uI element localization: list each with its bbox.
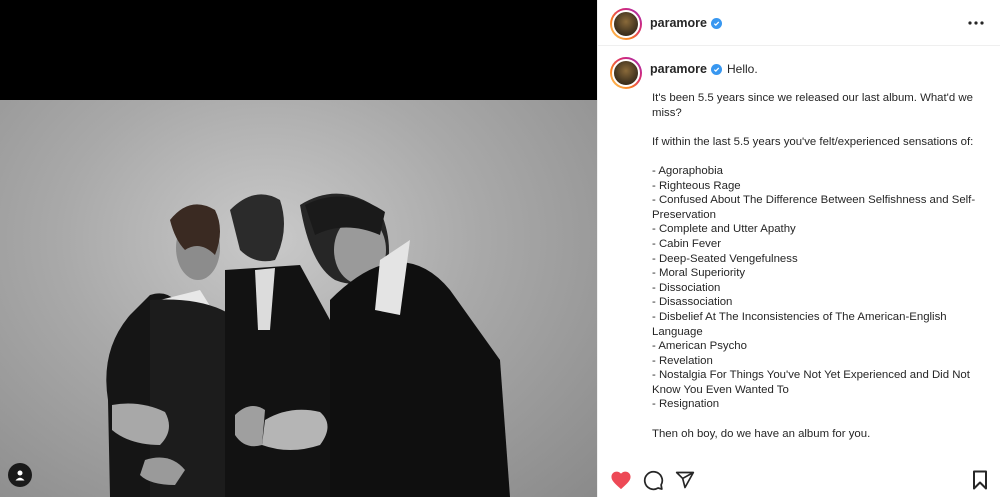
- avatar[interactable]: [610, 8, 642, 40]
- avatar-image: [612, 59, 640, 87]
- comment-button[interactable]: [641, 468, 665, 492]
- post-photo[interactable]: [0, 100, 597, 497]
- caption-username[interactable]: paramore: [650, 62, 722, 76]
- bookmark-icon: [973, 470, 987, 490]
- like-button[interactable]: [609, 468, 633, 492]
- caption-first-line: paramore Hello.: [650, 62, 758, 76]
- post-media[interactable]: [0, 0, 597, 497]
- caption-avatar[interactable]: [610, 57, 642, 89]
- username-text[interactable]: paramore: [650, 62, 707, 76]
- share-icon: [675, 471, 695, 489]
- verified-badge-icon: [710, 17, 722, 29]
- username-text[interactable]: paramore: [650, 16, 707, 30]
- more-options-icon: [968, 21, 984, 25]
- post-header: paramore: [598, 0, 1000, 46]
- post-sidebar: paramore paramore Hello. It's been 5.5 y…: [597, 0, 1000, 497]
- more-options-button[interactable]: [965, 14, 987, 32]
- comment-icon: [643, 470, 663, 490]
- user-tag-button[interactable]: [8, 463, 32, 487]
- verified-badge-icon: [710, 63, 722, 75]
- caption-text: It's been 5.5 years since we released ou…: [652, 92, 976, 440]
- caption-area: paramore Hello. It's been 5.5 years sinc…: [598, 47, 1000, 458]
- action-bar: [598, 462, 1000, 497]
- caption-opening: Hello.: [726, 62, 758, 76]
- heart-icon: [611, 471, 631, 490]
- header-username[interactable]: paramore: [650, 16, 722, 30]
- user-tag-icon: [15, 470, 25, 481]
- avatar-image: [612, 10, 640, 38]
- save-button[interactable]: [968, 468, 992, 492]
- share-button[interactable]: [673, 468, 697, 492]
